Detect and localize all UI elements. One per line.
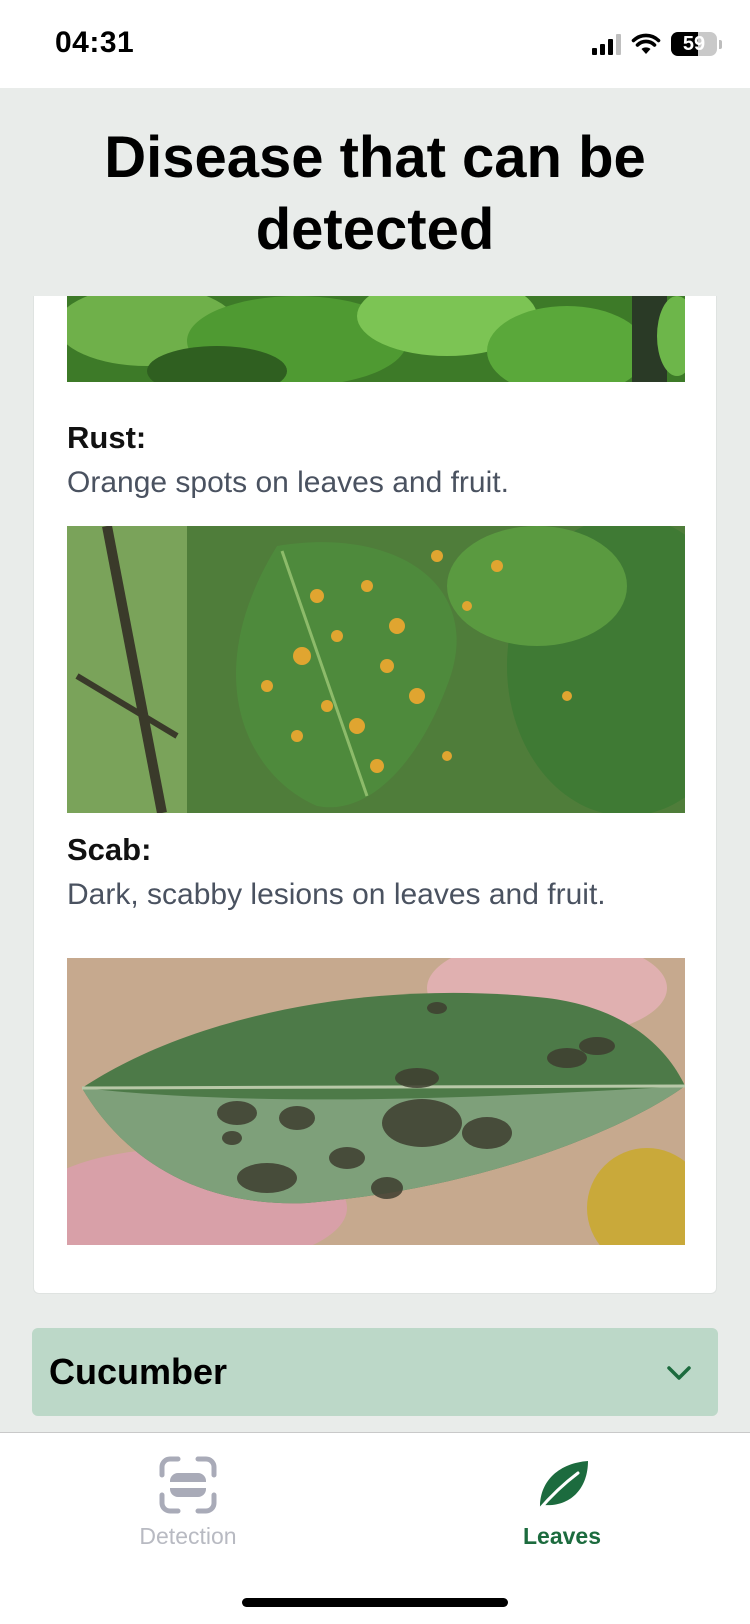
tab-leaves[interactable]: Leaves [437,1455,687,1550]
status-icons: 59 [592,30,722,58]
leaf-photo-scab [67,958,685,1245]
battery-nub [719,39,722,49]
scan-icon [159,1456,217,1514]
cellular-signal-icon [592,33,621,55]
page-title: Disease that can be detected [104,125,646,262]
tab-detection[interactable]: Detection [63,1455,313,1550]
disease-desc-scab: Dark, scabby lesions on leaves and fruit… [67,878,606,911]
leaf-photo-rust [67,526,685,813]
battery-level: 59 [682,33,706,55]
tab-bar: Detection Leaves [0,1432,750,1624]
chevron-down-icon [667,1366,691,1380]
tab-label-leaves: Leaves [522,1523,601,1549]
wifi-icon [631,33,661,54]
status-bar: 04:31 59 [0,0,750,88]
status-time: 04:31 [55,26,135,59]
battery-icon: 59 [671,32,717,56]
tab-label-detection: Detection [139,1523,237,1549]
cucumber-accordion[interactable]: Cucumber [32,1328,718,1416]
leaf-icon [536,1461,588,1513]
disease-name-rust: Rust: [67,420,147,455]
disease-scroll-area[interactable]: Rust: Orange spots on leaves and fruit. [0,296,750,1432]
disease-card: Rust: Orange spots on leaves and fruit. [33,296,717,1294]
leaf-photo-healthy [67,296,685,382]
disease-name-scab: Scab: [67,832,152,867]
home-indicator [242,1598,508,1607]
accordion-label: Cucumber [49,1351,228,1392]
disease-desc-rust: Orange spots on leaves and fruit. [67,466,509,499]
